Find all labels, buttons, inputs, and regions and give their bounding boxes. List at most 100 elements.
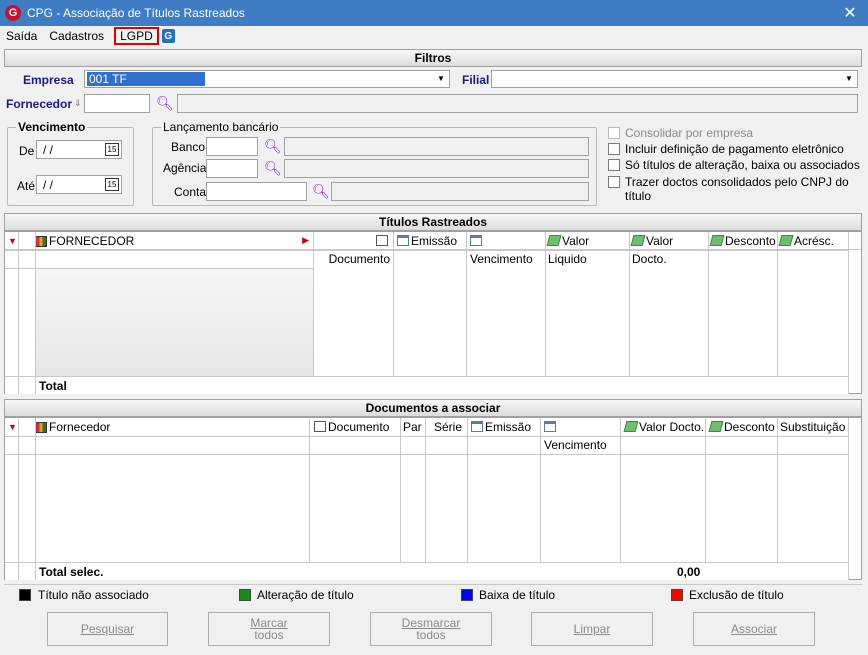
money-icon	[546, 235, 562, 246]
todos-label: todos	[416, 628, 446, 642]
vencimento-title: Vencimento	[16, 120, 88, 134]
col-valor-docto[interactable]: Valor Docto.	[621, 418, 705, 436]
filters-header: Filtros	[4, 49, 862, 67]
calendar-icon	[544, 421, 556, 432]
sort-down-icon[interactable]: ▼	[8, 422, 17, 432]
col-label: Documento	[328, 420, 390, 434]
col-desconto[interactable]: Desconto	[709, 232, 777, 250]
col-par[interactable]: Par	[401, 418, 425, 436]
col-emissao[interactable]: Emissão	[468, 418, 540, 436]
associar-button[interactable]: Associar	[693, 612, 815, 646]
conta-name-field	[331, 182, 589, 201]
col-documento[interactable]: Documento	[310, 418, 400, 436]
marcar-todos-button[interactable]: Marcar todos	[208, 612, 330, 646]
agencia-input[interactable]	[206, 159, 258, 178]
ate-date-value: / /	[43, 178, 54, 192]
app-logo-icon: G	[5, 5, 21, 21]
col-label: FORNECEDOR	[49, 234, 135, 248]
consolidar-label: Consolidar por empresa	[625, 126, 754, 140]
calendar-icon[interactable]: 15	[105, 143, 119, 156]
desmarcar-todos-button[interactable]: Desmarcar todos	[370, 612, 492, 646]
col-label: Acrésc.	[794, 234, 835, 248]
banco-name-field	[284, 137, 589, 156]
col-label: Emissão	[485, 420, 532, 434]
fornecedor-name-field	[177, 94, 858, 113]
so-titulos-checkbox[interactable]	[608, 159, 620, 171]
legend-swatch-green	[239, 589, 251, 601]
col-fornecedor[interactable]: FORNECEDOR ▶	[35, 232, 313, 250]
ate-date-input[interactable]: / / 15	[36, 175, 122, 194]
titulos-total-row: Total	[5, 376, 848, 394]
pesquisar-button[interactable]: Pesquisar	[47, 612, 168, 646]
empresa-select[interactable]: 001 TF ▼	[84, 70, 450, 88]
pesquisar-label: Pesquisar	[80, 622, 135, 636]
money-icon	[708, 421, 724, 432]
ate-label: Até	[17, 179, 36, 193]
col-vencimento[interactable]: Vencimento	[541, 418, 620, 452]
conta-input[interactable]	[206, 182, 307, 201]
total-label: Total	[39, 379, 67, 393]
menu-saida[interactable]: Saída	[0, 27, 43, 45]
col-serie[interactable]: Série	[426, 418, 467, 436]
money-icon	[778, 235, 794, 246]
filter-down-icon: ⇓	[74, 98, 82, 108]
legend-exclusao: Exclusão de título	[689, 588, 784, 602]
trazer-doctos-label: Trazer doctos consolidados pelo CNPJ do …	[625, 175, 849, 203]
close-icon[interactable]: ✕	[840, 3, 860, 23]
calendar-icon	[397, 235, 409, 246]
search-icon[interactable]: 🔍︎	[156, 96, 174, 110]
filial-select[interactable]: ▼	[491, 70, 858, 88]
so-titulos-label: Só títulos de alteração, baixa ou associ…	[625, 158, 860, 172]
menu-cadastros[interactable]: Cadastros	[43, 27, 110, 45]
vencimento-group	[7, 127, 134, 206]
col-valor-docto[interactable]: Valor Docto.	[630, 232, 708, 266]
calendar-icon[interactable]: 15	[105, 178, 119, 191]
col-emissao[interactable]: Emissão	[394, 232, 466, 250]
calendar-icon	[471, 421, 483, 432]
limpar-label: Limpar	[573, 622, 611, 636]
help-icon[interactable]: G	[161, 29, 175, 43]
menu-lgpd[interactable]: LGPD	[114, 27, 159, 45]
col-label: Desconto	[725, 234, 776, 248]
documentos-grid[interactable]: ▼ Fornecedor Documento Par Série Emissão…	[4, 417, 862, 580]
col-label: Documento	[328, 252, 390, 266]
col-label: Valor Docto.	[639, 420, 705, 434]
col-label: Vencimento	[470, 252, 533, 266]
search-icon[interactable]: 🔍︎	[264, 161, 282, 175]
filial-label: Filial	[462, 73, 490, 87]
search-icon[interactable]: 🔍︎	[264, 139, 282, 153]
money-icon	[709, 235, 725, 246]
search-icon[interactable]: 🔍︎	[312, 184, 330, 198]
consolidar-checkbox[interactable]	[608, 127, 620, 139]
col-fornecedor[interactable]: Fornecedor	[35, 418, 309, 436]
sort-down-icon[interactable]: ▼	[8, 236, 17, 246]
de-date-input[interactable]: / / 15	[36, 140, 122, 159]
col-acresc[interactable]: Acrésc.	[778, 232, 848, 250]
total-selec-value: 0,00	[677, 565, 701, 579]
limpar-button[interactable]: Limpar	[531, 612, 653, 646]
col-valor-liquido[interactable]: Valor Liquido	[546, 232, 629, 266]
fornecedor-label: Fornecedor	[6, 97, 73, 111]
de-date-value: / /	[43, 143, 54, 157]
money-icon	[630, 235, 646, 246]
col-label: Fornecedor	[49, 420, 111, 434]
titulos-grid[interactable]: ▼ FORNECEDOR ▶ Documento Emissão Vencime…	[4, 231, 862, 394]
chevron-down-icon: ▼	[845, 74, 853, 83]
calendar-icon	[470, 235, 482, 246]
col-vencimento[interactable]: Vencimento	[467, 232, 545, 266]
legend-baixa: Baixa de título	[479, 588, 556, 602]
col-substituicao[interactable]: Substituição	[778, 418, 848, 436]
fornecedor-code-input[interactable]	[84, 94, 150, 113]
incluir-checkbox[interactable]	[608, 143, 620, 155]
col-desconto[interactable]: Desconto	[706, 418, 777, 436]
window-title: CPG - Associação de Títulos Rastreados	[27, 6, 245, 20]
conta-label: Conta	[174, 185, 207, 199]
banco-input[interactable]	[206, 137, 258, 156]
document-icon	[376, 235, 388, 246]
titulos-header: Títulos Rastreados	[4, 213, 862, 231]
incluir-label: Incluir definição de pagamento eletrônic…	[625, 142, 844, 156]
sort-right-icon: ▶	[302, 235, 309, 245]
trazer-doctos-checkbox[interactable]	[608, 176, 620, 188]
col-documento[interactable]: Documento	[315, 232, 393, 266]
documentos-header: Documentos a associar	[4, 399, 862, 417]
